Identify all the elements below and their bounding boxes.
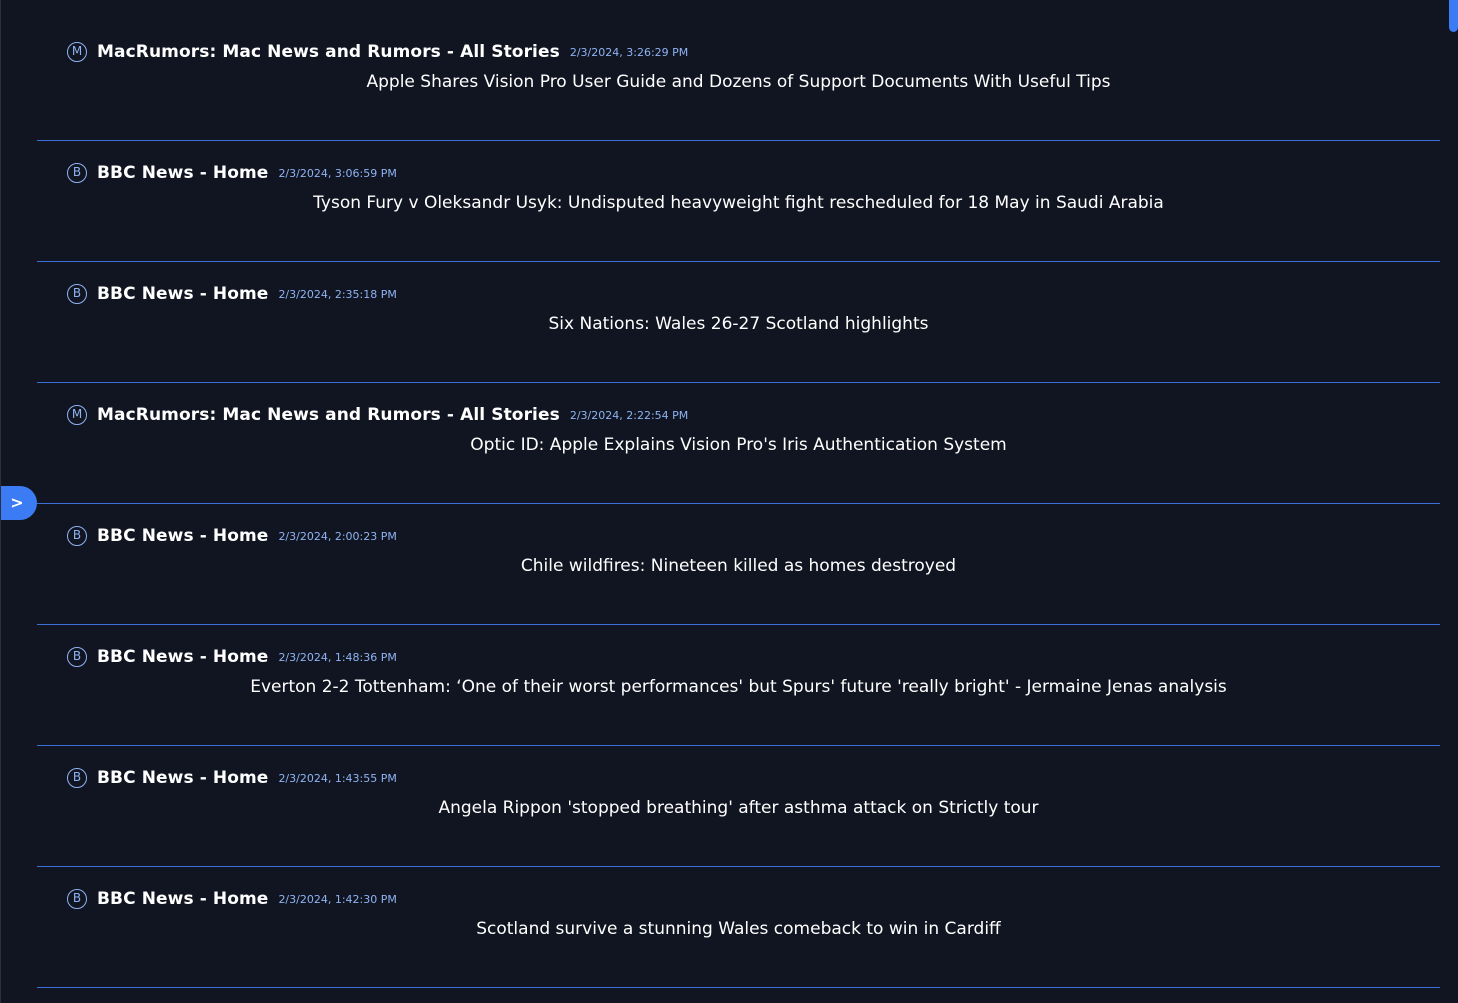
- feed-item[interactable]: B BBC News - Home 2/3/2024, 3:06:59 PM T…: [37, 141, 1440, 262]
- feed-item[interactable]: M MacRumors: Mac News and Rumors - All S…: [37, 383, 1440, 504]
- source-name: BBC News - Home: [97, 768, 269, 788]
- item-meta: B BBC News - Home 2/3/2024, 3:06:59 PM: [67, 161, 397, 185]
- feed-page: M MacRumors: Mac News and Rumors - All S…: [0, 0, 1458, 1003]
- item-meta: B BBC News - Home 2/3/2024, 2:00:23 PM: [67, 524, 397, 548]
- source-icon: M: [67, 405, 87, 425]
- item-headline[interactable]: Angela Rippon 'stopped breathing' after …: [37, 798, 1440, 818]
- source-name: BBC News - Home: [97, 526, 269, 546]
- scrollbar-thumb[interactable]: [1449, 0, 1458, 32]
- item-meta: M MacRumors: Mac News and Rumors - All S…: [67, 403, 688, 427]
- item-headline[interactable]: Chile wildfires: Nineteen killed as home…: [37, 556, 1440, 576]
- source-icon: B: [67, 526, 87, 546]
- feed-item[interactable]: B BBC News - Home 2/3/2024, 2:35:18 PM S…: [37, 262, 1440, 383]
- item-timestamp: 2/3/2024, 2:35:18 PM: [278, 287, 397, 301]
- source-name: BBC News - Home: [97, 163, 269, 183]
- feed-item[interactable]: M MacRumors: Mac News and Rumors - All S…: [37, 20, 1440, 141]
- item-timestamp: 2/3/2024, 2:22:54 PM: [569, 408, 689, 422]
- item-timestamp: 2/3/2024, 1:48:36 PM: [278, 650, 397, 664]
- source-name: BBC News - Home: [97, 647, 269, 667]
- item-meta: M MacRumors: Mac News and Rumors - All S…: [67, 40, 688, 64]
- item-headline[interactable]: Apple Shares Vision Pro User Guide and D…: [37, 72, 1440, 92]
- item-headline[interactable]: Everton 2-2 Tottenham: ‘One of their wor…: [37, 677, 1440, 697]
- source-name: BBC News - Home: [97, 889, 269, 909]
- source-icon: B: [67, 889, 87, 909]
- source-name: BBC News - Home: [97, 284, 269, 304]
- source-icon: B: [67, 284, 87, 304]
- item-timestamp: 2/3/2024, 1:42:30 PM: [278, 892, 397, 906]
- item-meta: B BBC News - Home 2/3/2024, 1:43:55 PM: [67, 766, 397, 790]
- source-icon: B: [67, 647, 87, 667]
- feed-item[interactable]: B BBC News - Home 2/3/2024, 1:48:36 PM E…: [37, 625, 1440, 746]
- item-meta: B BBC News - Home 2/3/2024, 1:48:36 PM: [67, 645, 397, 669]
- sidebar-toggle-button[interactable]: >: [1, 486, 37, 520]
- item-headline[interactable]: Six Nations: Wales 26-27 Scotland highli…: [37, 314, 1440, 334]
- item-timestamp: 2/3/2024, 3:26:29 PM: [569, 45, 689, 59]
- source-icon: B: [67, 768, 87, 788]
- feed-item[interactable]: B BBC News - Home 2/3/2024, 1:42:30 PM S…: [37, 867, 1440, 988]
- item-timestamp: 2/3/2024, 2:00:23 PM: [278, 529, 397, 543]
- item-headline[interactable]: Tyson Fury v Oleksandr Usyk: Undisputed …: [37, 193, 1440, 213]
- item-meta: B BBC News - Home 2/3/2024, 2:35:18 PM: [67, 282, 397, 306]
- news-feed: M MacRumors: Mac News and Rumors - All S…: [37, 20, 1440, 988]
- item-headline[interactable]: Scotland survive a stunning Wales comeba…: [37, 919, 1440, 939]
- source-icon: M: [67, 42, 87, 62]
- feed-item[interactable]: B BBC News - Home 2/3/2024, 2:00:23 PM C…: [37, 504, 1440, 625]
- item-timestamp: 2/3/2024, 1:43:55 PM: [278, 771, 397, 785]
- source-name: MacRumors: Mac News and Rumors - All Sto…: [97, 42, 560, 62]
- source-icon: B: [67, 163, 87, 183]
- feed-item[interactable]: B BBC News - Home 2/3/2024, 1:43:55 PM A…: [37, 746, 1440, 867]
- source-name: MacRumors: Mac News and Rumors - All Sto…: [97, 405, 560, 425]
- item-meta: B BBC News - Home 2/3/2024, 1:42:30 PM: [67, 887, 397, 911]
- item-timestamp: 2/3/2024, 3:06:59 PM: [278, 166, 397, 180]
- item-headline[interactable]: Optic ID: Apple Explains Vision Pro's Ir…: [37, 435, 1440, 455]
